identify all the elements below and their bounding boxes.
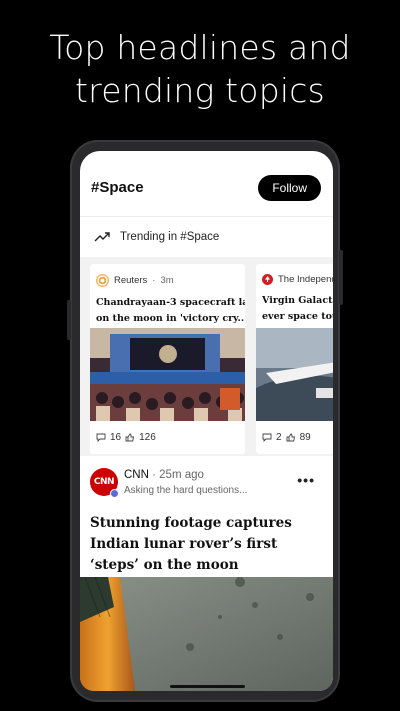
article-time: 25m ago <box>159 469 204 481</box>
like-icon[interactable] <box>286 433 296 442</box>
promo-line-1: Top headlines and <box>49 28 351 67</box>
trending-carousel[interactable]: Reuters · 3m Chandrayaan-3 spacecraft la… <box>80 257 333 456</box>
phone-side-button-left <box>67 300 71 340</box>
topic-title: #Space <box>91 179 144 196</box>
article-header[interactable]: CNN CNN · 25m ago Asking the hard questi… <box>80 456 333 506</box>
card-source: The Independent <box>256 264 333 285</box>
publisher-tagline: Asking the hard questions... <box>124 485 248 496</box>
card-headline: Chandrayaan-3 spacecraft lands on the mo… <box>90 287 245 327</box>
more-options-button[interactable]: ••• <box>297 472 315 488</box>
trending-card[interactable]: Reuters · 3m Chandrayaan-3 spacecraft la… <box>90 264 245 454</box>
topic-header: #Space Follow <box>80 151 333 217</box>
publisher-name[interactable]: CNN <box>124 469 149 481</box>
comment-count: 2 <box>276 432 282 443</box>
source-name: The Independent <box>278 274 333 285</box>
card-image <box>256 328 333 421</box>
comment-count: 16 <box>110 432 122 443</box>
article-image[interactable] <box>80 577 333 691</box>
card-source: Reuters · 3m <box>90 264 245 287</box>
card-headline-line-1: Virgin Galactic l <box>262 295 333 306</box>
card-headline-line-2: on the moon in 'victory cry... <box>96 313 245 324</box>
independent-logo-icon <box>262 274 273 285</box>
card-headline: Virgin Galactic l ever space touri <box>256 285 333 325</box>
card-headline-line-2: ever space touri <box>262 311 333 322</box>
promo-line-2: trending topics <box>75 71 325 110</box>
card-stats: 16 126 <box>96 432 156 443</box>
source-name: Reuters <box>114 275 148 286</box>
card-headline-line-1: Chandrayaan-3 spacecraft lands <box>96 297 245 308</box>
trending-card[interactable]: The Independent Virgin Galactic l ever s… <box>256 264 333 454</box>
follow-button[interactable]: Follow <box>258 174 321 201</box>
comment-icon[interactable] <box>96 433 106 442</box>
phone-side-button-right <box>339 250 343 305</box>
reuters-logo-icon <box>96 274 109 287</box>
like-count: 89 <box>299 432 311 443</box>
home-indicator[interactable] <box>170 685 245 688</box>
like-count: 126 <box>139 432 156 443</box>
trending-label: Trending in #Space <box>120 231 220 243</box>
trending-up-icon <box>94 232 110 242</box>
promo-headline: Top headlines and trending topics <box>0 26 400 112</box>
card-time: 3m <box>160 275 174 286</box>
like-icon[interactable] <box>125 433 135 442</box>
card-stats: 2 89 <box>262 432 311 443</box>
trending-header[interactable]: Trending in #Space <box>80 217 333 257</box>
publisher-line: CNN · 25m ago <box>124 469 204 481</box>
card-image <box>90 328 245 421</box>
article-title[interactable]: Stunning footage captures Indian lunar r… <box>80 506 333 576</box>
verified-badge-icon <box>110 489 119 498</box>
comment-icon[interactable] <box>262 433 272 442</box>
